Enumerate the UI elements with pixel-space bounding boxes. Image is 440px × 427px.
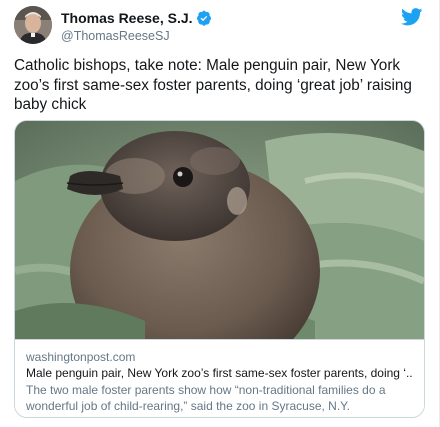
author-display-name[interactable]: Thomas Reese, S.J. xyxy=(61,10,193,26)
card-meta[interactable]: washingtonpost.com Male penguin pair, Ne… xyxy=(15,339,424,417)
avatar[interactable] xyxy=(14,6,52,44)
card-description: The two male foster parents show how “no… xyxy=(26,383,386,413)
link-preview-card[interactable]: washingtonpost.com Male penguin pair, Ne… xyxy=(14,120,425,418)
twitter-bird-icon[interactable] xyxy=(401,8,423,26)
author-handle[interactable]: @ThomasReeseSJ xyxy=(61,29,212,43)
tweet-embed: Thomas Reese, S.J. @ThomasReeseSJ Cathol… xyxy=(0,0,440,427)
author-info: Thomas Reese, S.J. @ThomasReeseSJ xyxy=(61,9,212,43)
card-image[interactable] xyxy=(15,121,424,381)
tweet-header: Thomas Reese, S.J. @ThomasReeseSJ xyxy=(14,6,425,46)
tweet-text: Catholic bishops, take note: Male pengui… xyxy=(14,57,412,113)
verified-badge-icon xyxy=(196,10,212,26)
card-title: Male penguin pair, New York zoo’s first … xyxy=(26,366,413,380)
card-domain: washingtonpost.com xyxy=(26,350,136,364)
